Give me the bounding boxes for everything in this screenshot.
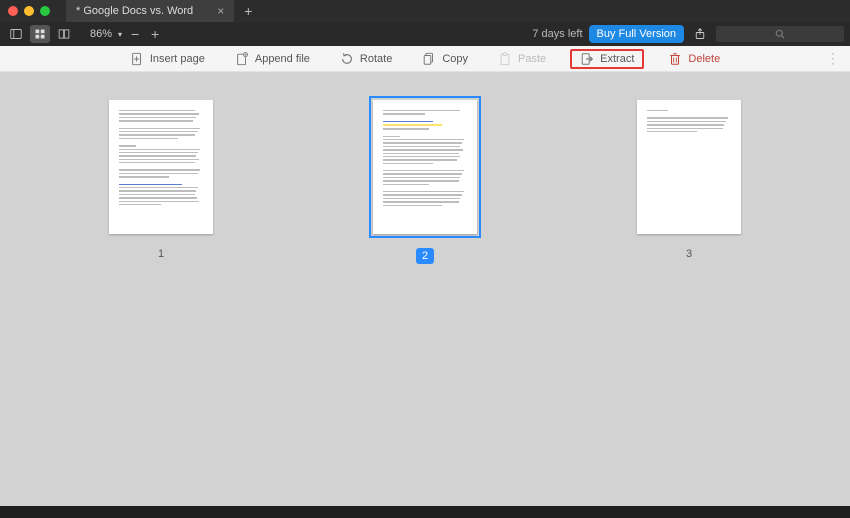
append-file-icon bbox=[235, 52, 249, 66]
extract-icon bbox=[580, 52, 594, 66]
page-number-selected: 2 bbox=[416, 248, 434, 264]
page-thumbnail-1[interactable]: 1 bbox=[109, 100, 213, 506]
extract-label: Extract bbox=[600, 53, 634, 65]
insert-page-icon bbox=[130, 52, 144, 66]
copy-label: Copy bbox=[442, 53, 468, 65]
titlebar: * Google Docs vs. Word × + bbox=[0, 0, 850, 22]
share-button[interactable] bbox=[690, 25, 710, 43]
insert-page-label: Insert page bbox=[150, 53, 205, 65]
delete-button[interactable]: Delete bbox=[662, 50, 726, 68]
append-file-label: Append file bbox=[255, 53, 310, 65]
toolbar-overflow-button[interactable]: ⋮ bbox=[826, 50, 840, 67]
zoom-in-button[interactable]: + bbox=[148, 26, 162, 42]
page-preview bbox=[109, 100, 213, 234]
close-tab-icon[interactable]: × bbox=[217, 4, 224, 18]
two-page-view-button[interactable] bbox=[54, 25, 74, 43]
page-thumbnail-3[interactable]: 3 bbox=[637, 100, 741, 506]
sidebar-icon bbox=[10, 28, 22, 40]
search-icon bbox=[774, 28, 786, 40]
zoom-level[interactable]: 86% bbox=[90, 28, 112, 40]
zoom-out-button[interactable]: − bbox=[128, 26, 142, 42]
zoom-control: 86% ▾ − + bbox=[90, 26, 162, 42]
page-number: 3 bbox=[686, 248, 692, 260]
rotate-button[interactable]: Rotate bbox=[334, 50, 398, 68]
new-tab-button[interactable]: + bbox=[244, 3, 252, 19]
zoom-window-icon[interactable] bbox=[40, 6, 50, 16]
grid-icon bbox=[34, 28, 46, 40]
window-controls bbox=[8, 6, 50, 16]
page-toolbar: Insert page Append file Rotate Copy Past… bbox=[0, 46, 850, 72]
page-preview bbox=[637, 100, 741, 234]
paste-icon bbox=[498, 52, 512, 66]
share-icon bbox=[694, 28, 706, 40]
document-tab[interactable]: * Google Docs vs. Word × bbox=[66, 0, 234, 22]
thumbnails-area: 1 2 3 bbox=[0, 72, 850, 506]
thumbnails-view-button[interactable] bbox=[30, 25, 50, 43]
trial-days-left: 7 days left bbox=[532, 28, 582, 40]
insert-page-button[interactable]: Insert page bbox=[124, 50, 211, 68]
window-footer bbox=[0, 506, 850, 518]
search-input[interactable] bbox=[716, 26, 844, 42]
trash-icon bbox=[668, 52, 682, 66]
paste-label: Paste bbox=[518, 53, 546, 65]
paste-button: Paste bbox=[492, 50, 552, 68]
rotate-icon bbox=[340, 52, 354, 66]
buy-full-version-button[interactable]: Buy Full Version bbox=[589, 25, 684, 43]
page-thumbnail-2[interactable]: 2 bbox=[373, 100, 477, 506]
close-window-icon[interactable] bbox=[8, 6, 18, 16]
copy-button[interactable]: Copy bbox=[416, 50, 474, 68]
copy-icon bbox=[422, 52, 436, 66]
extract-button[interactable]: Extract bbox=[570, 49, 644, 69]
append-file-button[interactable]: Append file bbox=[229, 50, 316, 68]
delete-label: Delete bbox=[688, 53, 720, 65]
chevron-down-icon[interactable]: ▾ bbox=[118, 30, 122, 39]
rotate-label: Rotate bbox=[360, 53, 392, 65]
controls-bar: 86% ▾ − + 7 days left Buy Full Version bbox=[0, 22, 850, 46]
sidebar-toggle-button[interactable] bbox=[6, 25, 26, 43]
two-page-icon bbox=[58, 28, 70, 40]
page-number: 1 bbox=[158, 248, 164, 260]
page-preview-selected bbox=[373, 100, 477, 234]
document-tab-title: * Google Docs vs. Word bbox=[76, 5, 193, 17]
minimize-window-icon[interactable] bbox=[24, 6, 34, 16]
